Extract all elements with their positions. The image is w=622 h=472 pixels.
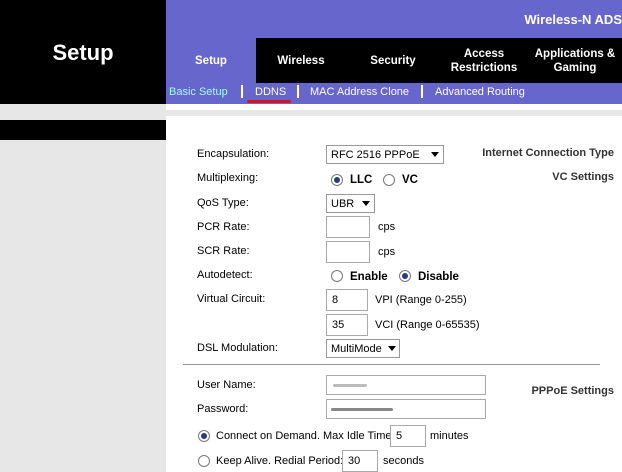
subtab-separator (241, 85, 243, 98)
connect-on-demand-radio[interactable] (198, 430, 210, 442)
dsl-modulation-label: DSL Modulation: (197, 342, 278, 354)
scr-rate-input[interactable] (326, 241, 370, 263)
subtab-advanced-routing[interactable]: Advanced Routing (435, 86, 525, 98)
vci-input[interactable]: 35 (326, 314, 368, 336)
autodetect-label: Autodetect: (197, 269, 253, 281)
vpi-input[interactable]: 8 (326, 289, 368, 311)
keep-alive-radio[interactable] (198, 455, 210, 467)
username-label: User Name: (197, 379, 256, 391)
tab-setup[interactable]: Setup (166, 38, 256, 83)
product-name: Wireless-N ADS (524, 12, 622, 27)
autodetect-enable-radio[interactable] (331, 270, 343, 282)
content-top-strip (166, 110, 622, 116)
page-section-title: Setup (52, 40, 114, 65)
autodetect-disable-radio[interactable] (399, 270, 411, 282)
password-label: Password: (197, 403, 249, 415)
autodetect-enable-label: Enable (350, 271, 388, 283)
vci-range-hint: VCI (Range 0-65535) (375, 319, 480, 331)
subtab-mac-address-clone[interactable]: MAC Address Clone (310, 86, 409, 98)
qos-type-select[interactable]: UBR (326, 194, 375, 213)
multiplexing-vc-label: VC (402, 174, 418, 186)
dsl-modulation-select[interactable]: MultiMode (326, 339, 400, 358)
max-idle-time-unit: minutes (430, 430, 469, 442)
vpi-range-hint: VPI (Range 0-255) (375, 294, 467, 306)
multiplexing-label: Multiplexing: (197, 172, 259, 184)
multiplexing-llc-label: LLC (350, 174, 373, 186)
tab-access-restrictions[interactable]: Access Restrictions (440, 38, 528, 83)
subtab-ddns[interactable]: DDNS (255, 86, 286, 98)
ddns-highlight-underline (247, 100, 291, 103)
pcr-rate-unit: cps (378, 221, 396, 233)
max-idle-time-input[interactable]: 5 (390, 425, 426, 447)
redial-period-input[interactable]: 30 (342, 450, 378, 472)
redial-period-unit: seconds (383, 455, 424, 467)
autodetect-disable-label: Disable (418, 271, 459, 283)
scr-rate-unit: cps (378, 246, 396, 258)
virtual-circuit-label: Virtual Circuit: (197, 293, 266, 305)
sidebar-label-pppoe-settings: PPPoE Settings (531, 385, 614, 397)
subtab-separator (421, 85, 423, 98)
redacted-username (333, 384, 367, 387)
keep-alive-label: Keep Alive. Redial Period: (216, 455, 344, 467)
username-input[interactable] (326, 375, 486, 395)
connect-on-demand-label: Connect on Demand. Max Idle Time: (216, 430, 395, 442)
sidebar-section-bar (0, 120, 166, 140)
chevron-down-icon (362, 201, 370, 206)
main-tab-bar: Setup Wireless Security Access Restricti… (166, 38, 622, 83)
sidebar-label-vc-settings: VC Settings (552, 171, 614, 183)
multiplexing-llc-radio[interactable] (331, 174, 343, 186)
tab-security[interactable]: Security (346, 38, 440, 83)
encapsulation-label: Encapsulation: (197, 148, 270, 160)
qos-type-label: QoS Type: (197, 197, 249, 209)
encapsulation-select[interactable]: RFC 2516 PPPoE (326, 145, 444, 164)
scr-rate-label: SCR Rate: (197, 245, 250, 257)
sidebar-section-title: Network Setup (WAN) (495, 124, 614, 136)
password-input[interactable] (326, 399, 486, 419)
masked-password (331, 408, 393, 411)
sidebar-label-internet-connection-type: Internet Connection Type (482, 147, 614, 159)
header-band: Wireless-N ADS (166, 0, 622, 38)
multiplexing-vc-radio[interactable] (383, 174, 395, 186)
pcr-rate-label: PCR Rate: (197, 221, 250, 233)
subtab-separator (297, 85, 299, 98)
tab-wireless[interactable]: Wireless (256, 38, 346, 83)
sidebar (0, 104, 166, 472)
sub-navigation: Basic Setup DDNS MAC Address Clone Advan… (166, 83, 622, 104)
chevron-down-icon (387, 346, 396, 351)
pcr-rate-input[interactable] (326, 216, 370, 238)
chevron-down-icon (431, 152, 439, 157)
tab-applications-gaming[interactable]: Applications & Gaming (528, 38, 622, 83)
subtab-basic-setup[interactable]: Basic Setup (169, 86, 228, 98)
section-divider (183, 364, 600, 365)
